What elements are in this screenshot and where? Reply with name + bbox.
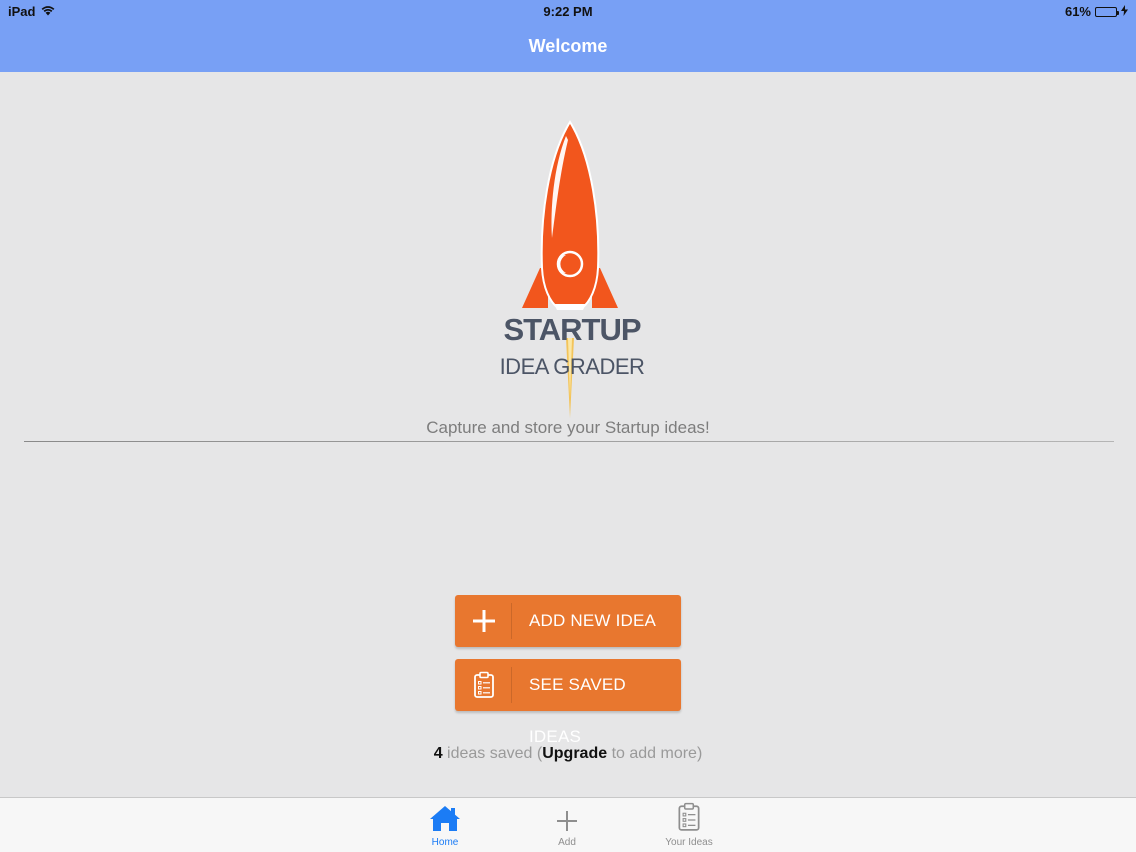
upgrade-link[interactable]: Upgrade	[542, 745, 607, 762]
logo-title: STARTUP	[503, 312, 641, 347]
battery-icon	[1095, 6, 1119, 17]
ideas-saved-text: ideas saved (	[442, 745, 543, 762]
tab-your-ideas-label: Your Ideas	[665, 837, 713, 848]
status-time: 9:22 PM	[543, 4, 593, 19]
clipboard-icon	[455, 659, 513, 711]
status-right: 61%	[1065, 4, 1128, 19]
divider	[24, 441, 1114, 442]
add-more-text: to add more)	[607, 745, 703, 762]
see-saved-ideas-button[interactable]: SEE SAVED IDEAS	[455, 659, 681, 746]
nav-title: Welcome	[528, 36, 608, 56]
battery-percent: 61%	[1064, 4, 1091, 19]
home-icon	[400, 798, 490, 832]
tagline: Capture and store your Startup ideas!	[426, 418, 710, 437]
status-bar: iPad 9:22 PM 61%	[0, 0, 1136, 24]
tab-bar: Home Add Your Ideas	[0, 797, 1136, 852]
tab-home[interactable]: Home	[400, 798, 490, 852]
tab-home-label: Home	[431, 837, 459, 848]
tab-your-ideas[interactable]: Your Ideas	[644, 798, 734, 852]
clipboard-icon	[644, 798, 734, 832]
charging-bolt-icon	[1121, 4, 1128, 19]
add-new-idea-button[interactable]: ADD NEW IDEA	[455, 595, 681, 647]
logo-subtitle: IDEA GRADER	[499, 354, 645, 379]
ideas-saved-note: 4 ideas saved (Upgrade to add more)	[0, 745, 1136, 763]
add-new-idea-label: ADD NEW IDEA	[529, 611, 657, 630]
tab-add[interactable]: Add	[522, 798, 612, 852]
tab-add-label: Add	[558, 837, 576, 848]
nav-bar: Welcome	[0, 24, 1136, 72]
plus-icon	[522, 798, 612, 832]
button-separator	[511, 603, 512, 639]
ideas-count: 4	[433, 745, 443, 762]
plus-icon	[455, 595, 513, 647]
button-separator	[511, 667, 512, 703]
